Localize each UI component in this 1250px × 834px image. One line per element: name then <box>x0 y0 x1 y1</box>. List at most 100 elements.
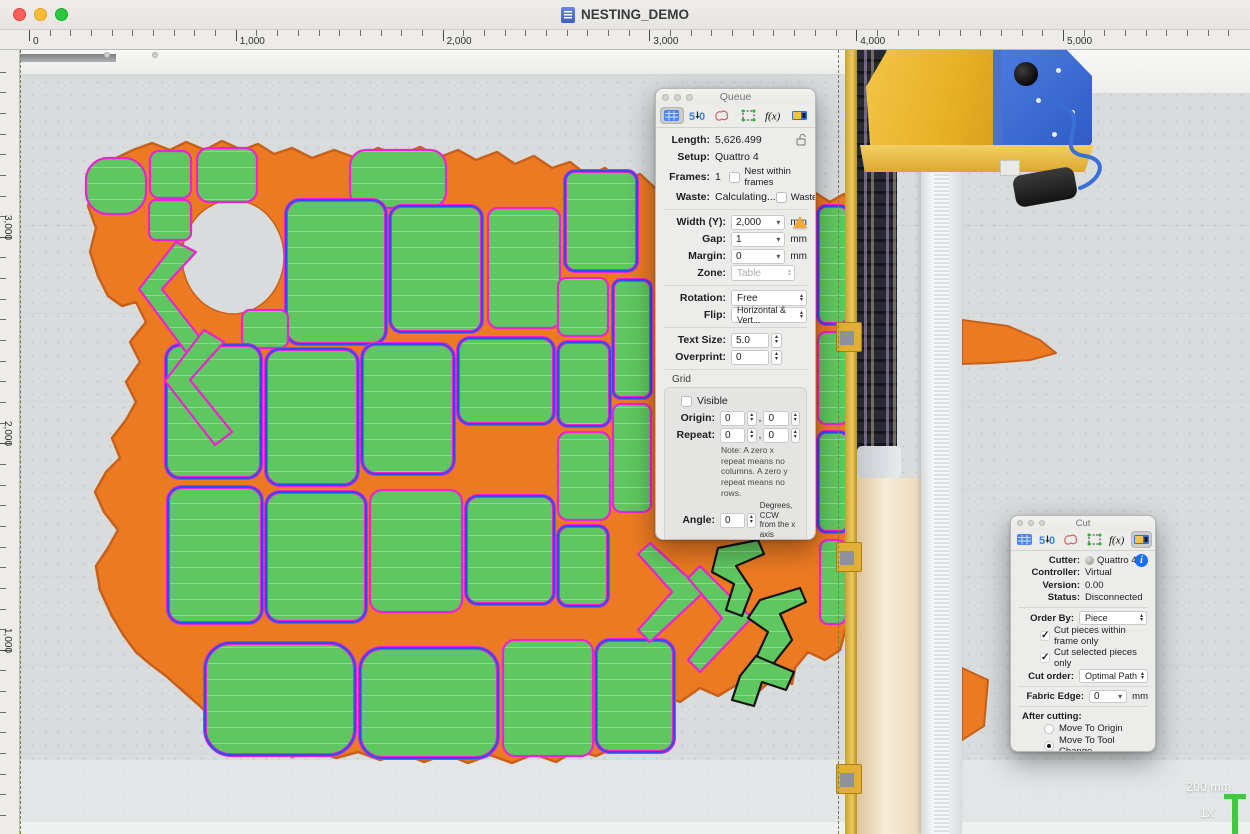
sequence-icon[interactable]: 50 <box>1037 531 1058 548</box>
grid-origin-label: Origin: <box>671 412 715 424</box>
unlock-icon[interactable] <box>796 133 807 146</box>
setup-value: Quattro 4 <box>715 151 759 163</box>
overprint-stepper[interactable]: ▴▾ <box>771 350 782 365</box>
nest-piece[interactable] <box>488 208 560 328</box>
ruler-label: 0 <box>33 36 39 47</box>
cut-selected-only-checkbox[interactable] <box>1040 653 1050 663</box>
gap-combo[interactable]: 1▾ <box>731 232 785 247</box>
margin-combo[interactable]: 0▾ <box>731 249 785 264</box>
grid-origin-y-stepper[interactable]: ▴▾ <box>791 411 801 426</box>
nest-piece[interactable] <box>197 148 257 202</box>
leather-hide-patch <box>962 320 1056 364</box>
cut-within-frame-checkbox[interactable] <box>1040 631 1050 641</box>
scale-length-label: 200 mm <box>1186 780 1231 794</box>
queue-palette-title: Queue <box>720 91 752 103</box>
hide-icon[interactable] <box>711 107 735 124</box>
fabric-edge-unit: mm <box>1132 691 1148 702</box>
overprint-input[interactable]: 0 <box>731 350 769 365</box>
close-button[interactable] <box>13 8 26 21</box>
leather-hide-patch <box>962 668 988 740</box>
version-label: Version: <box>1018 580 1080 591</box>
zone-label: Zone: <box>664 267 726 279</box>
ruler-label: 4,000 <box>860 36 885 47</box>
nest-piece[interactable] <box>613 404 651 512</box>
width-combo[interactable]: 2,000▾ <box>731 215 785 230</box>
grid-angle-input[interactable]: 0 <box>720 513 745 528</box>
text-size-label: Text Size: <box>664 334 726 346</box>
cutter-icon[interactable] <box>788 107 812 124</box>
nest-piece[interactable] <box>242 310 288 348</box>
controller-value: Virtual <box>1085 567 1112 578</box>
palette-zoom-button[interactable] <box>686 94 693 101</box>
palette-close-button[interactable] <box>1017 520 1023 526</box>
move-to-origin-radio[interactable] <box>1044 724 1054 734</box>
palette-minimize-button[interactable] <box>1028 520 1034 526</box>
zone-boundary-left <box>20 50 21 834</box>
cutter-sphere-icon <box>1085 556 1094 565</box>
nest-within-frames-checkbox[interactable] <box>729 172 740 183</box>
ruler-label: 2,000 <box>2 421 13 446</box>
length-label: Length: <box>664 134 710 146</box>
formula-icon[interactable]: f(x) <box>762 107 786 124</box>
separator <box>1018 607 1148 608</box>
text-size-stepper[interactable]: ▴▾ <box>771 333 782 348</box>
nest-piece[interactable] <box>558 432 610 520</box>
nest-piece[interactable] <box>820 540 846 624</box>
flip-select[interactable]: Horizontal & Vert...▴▾ <box>731 307 807 323</box>
info-icon[interactable]: i <box>1135 554 1148 567</box>
scale-bar-icon <box>1232 794 1238 834</box>
palette-minimize-button[interactable] <box>674 94 681 101</box>
queue-palette-titlebar[interactable]: Queue <box>656 89 815 105</box>
nest-piece[interactable] <box>149 200 191 240</box>
after-cutting-label: After cutting: <box>1022 711 1082 722</box>
nest-icon[interactable] <box>1014 531 1035 548</box>
ruler-label: 1,000 <box>2 628 13 653</box>
move-to-tool-change-radio[interactable] <box>1044 741 1054 751</box>
nest-piece[interactable] <box>150 151 191 198</box>
svg-text:5: 5 <box>1039 535 1045 546</box>
setup-label: Setup: <box>664 151 710 163</box>
cut-within-frame-label: Cut pieces within frame only <box>1054 625 1148 647</box>
grid-repeat-y-stepper[interactable]: ▴▾ <box>791 428 801 443</box>
grid-origin-x-input[interactable]: 0 <box>720 411 745 426</box>
controller-label: Controller: <box>1018 567 1080 578</box>
separator <box>664 327 807 328</box>
nest-piece[interactable] <box>86 158 146 214</box>
separator <box>664 209 807 210</box>
minimize-button[interactable] <box>34 8 47 21</box>
grid-repeat-y-input[interactable]: 0 <box>763 428 788 443</box>
grid-angle-stepper[interactable]: ▴▾ <box>747 513 756 528</box>
palette-close-button[interactable] <box>662 94 669 101</box>
rotation-select[interactable]: Free▴▾ <box>731 290 807 306</box>
nest-piece[interactable] <box>818 332 848 424</box>
grid-visible-checkbox[interactable] <box>681 396 692 407</box>
grid-repeat-label: Repeat: <box>671 429 715 441</box>
status-value: Disconnected <box>1085 592 1143 603</box>
grid-origin-y-input[interactable]: 0 <box>763 411 788 426</box>
grid-repeat-x-input[interactable]: 0 <box>720 428 745 443</box>
nest-piece[interactable] <box>558 278 608 336</box>
nest-icon[interactable] <box>660 107 684 124</box>
cut-palette-titlebar[interactable]: Cut <box>1011 516 1155 530</box>
frames-label: Frames: <box>664 171 710 183</box>
hide-icon[interactable] <box>1061 531 1082 548</box>
nest-piece[interactable] <box>370 490 462 612</box>
grid-repeat-x-stepper[interactable]: ▴▾ <box>747 428 757 443</box>
waste-checkbox[interactable] <box>776 192 787 203</box>
frame-icon[interactable] <box>1084 531 1105 548</box>
grid-origin-x-stepper[interactable]: ▴▾ <box>747 411 757 426</box>
formula-icon[interactable]: f(x) <box>1107 531 1128 548</box>
nest-piece[interactable] <box>503 640 593 756</box>
fabric-edge-combo[interactable]: 0▾ <box>1089 690 1127 703</box>
ruler-horizontal: 01,0002,0003,0004,0005,000 <box>0 30 1250 50</box>
palette-zoom-button[interactable] <box>1039 520 1045 526</box>
text-size-input[interactable]: 5.0 <box>731 333 769 348</box>
cutter-value: Quattro 4 <box>1097 555 1137 566</box>
sequence-icon[interactable]: 50 <box>686 107 710 124</box>
frame-icon[interactable] <box>737 107 761 124</box>
zoom-button[interactable] <box>55 8 68 21</box>
cut-order-select[interactable]: Optimal Path▴▾ <box>1079 669 1148 683</box>
ruler-label: 3,000 <box>2 215 13 240</box>
order-by-select[interactable]: Piece▴▾ <box>1079 611 1147 625</box>
cutter-icon[interactable] <box>1131 531 1152 548</box>
